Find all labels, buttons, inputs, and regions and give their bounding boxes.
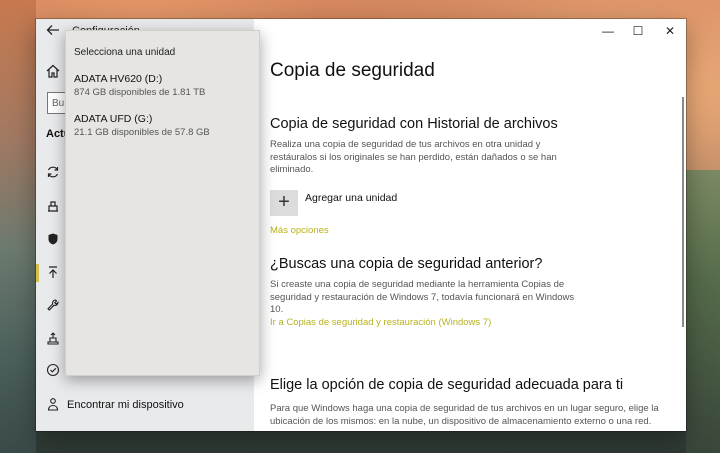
close-button[interactable]: ✕ — [660, 23, 680, 39]
add-drive-button[interactable]: + — [270, 190, 298, 216]
drive-name: ADATA HV620 (D:) — [74, 73, 163, 85]
page-title: Copia de seguridad — [270, 60, 435, 81]
drive-option[interactable]: ADATA HV620 (D:) 874 GB disponibles de 1… — [66, 73, 259, 107]
minimize-button[interactable]: — — [598, 23, 618, 39]
active-item-indicator — [36, 264, 39, 282]
more-options-link[interactable]: Más opciones — [270, 225, 329, 236]
older-backup-description: Si creaste una copia de seguridad median… — [270, 279, 575, 315]
windows7-backup-link[interactable]: Ir a Copias de seguridad y restauración … — [270, 317, 491, 328]
shield-icon[interactable] — [45, 232, 61, 248]
drive-name: ADATA UFD (G:) — [74, 113, 153, 125]
delivery-optimization-icon[interactable] — [45, 199, 61, 215]
add-drive-label[interactable]: Agregar una unidad — [305, 192, 397, 204]
desktop-background-right — [686, 170, 720, 453]
flyout-title: Selecciona una unidad — [74, 47, 176, 58]
drive-space: 21.1 GB disponibles de 57.8 GB — [74, 127, 210, 138]
sidebar-item-find-device[interactable]: Encontrar mi dispositivo — [36, 392, 254, 418]
select-drive-flyout: Selecciona una unidad ADATA HV620 (D:) 8… — [65, 30, 260, 376]
home-icon[interactable] — [45, 63, 61, 79]
older-backup-heading: ¿Buscas una copia de seguridad anterior? — [270, 256, 543, 272]
history-heading: Copia de seguridad con Historial de arch… — [270, 116, 558, 132]
person-location-icon — [45, 397, 61, 413]
history-description: Realiza una copia de seguridad de tus ar… — [270, 139, 557, 175]
main-content: — ☐ ✕ Copia de seguridad Copia de seguri… — [254, 19, 686, 431]
maximize-button[interactable]: ☐ — [628, 23, 648, 39]
drive-space: 874 GB disponibles de 1.81 TB — [74, 87, 206, 98]
back-arrow-icon[interactable] — [44, 23, 62, 41]
sync-icon[interactable] — [45, 165, 61, 181]
find-device-label: Encontrar mi dispositivo — [67, 399, 184, 411]
drive-option[interactable]: ADATA UFD (G:) 21.1 GB disponibles de 57… — [66, 113, 259, 147]
wrench-icon[interactable] — [45, 298, 61, 314]
backup-arrow-up-icon[interactable] — [45, 265, 61, 281]
desktop-background-left — [0, 0, 36, 453]
activation-check-icon[interactable] — [45, 363, 61, 379]
scrollbar[interactable] — [682, 97, 684, 327]
recovery-icon[interactable] — [45, 331, 61, 347]
choose-backup-description: Para que Windows haga una copia de segur… — [270, 403, 659, 427]
choose-backup-heading: Elige la opción de copia de seguridad ad… — [270, 377, 624, 393]
